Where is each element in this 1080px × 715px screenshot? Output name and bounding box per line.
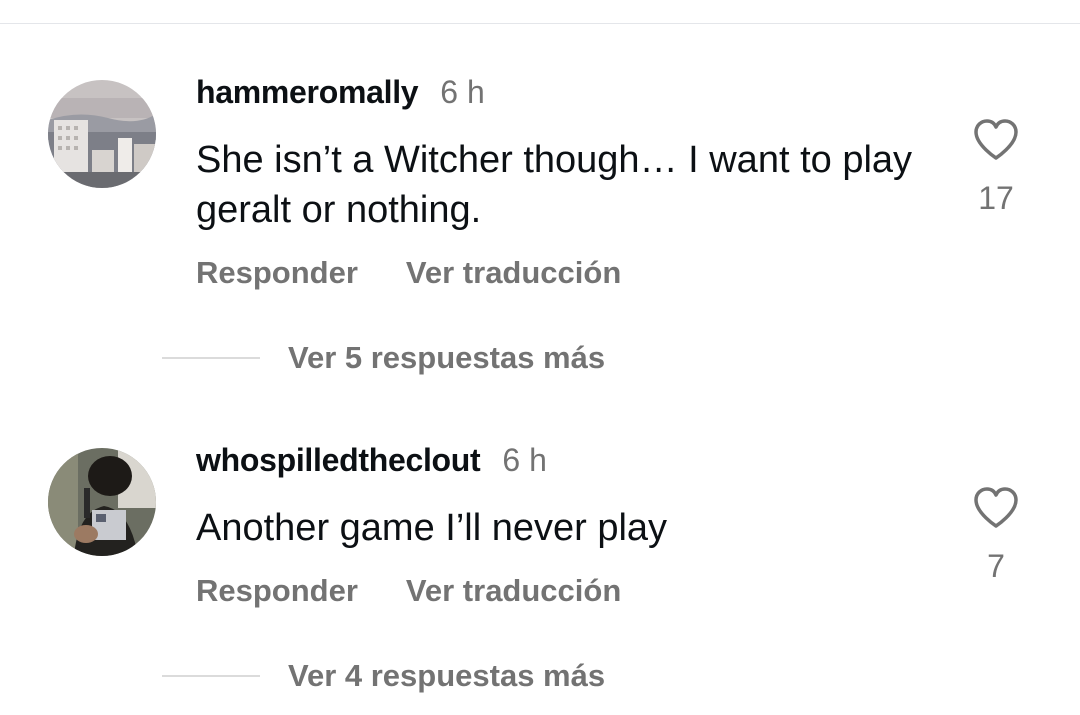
reply-button[interactable]: Responder bbox=[196, 573, 358, 609]
comment-header: hammeromally 6 h bbox=[196, 74, 485, 114]
comment-actions: Responder Ver traducción bbox=[196, 255, 669, 291]
like-column: 17 bbox=[960, 118, 1032, 217]
like-column: 7 bbox=[960, 486, 1032, 585]
comment-text: She isn’t a Witcher though… I want to pl… bbox=[196, 139, 913, 231]
reply-button[interactable]: Responder bbox=[196, 255, 358, 291]
comment-item: hammeromally 6 h She isn’t a Witcher tho… bbox=[0, 0, 1080, 375]
username[interactable]: hammeromally bbox=[196, 74, 419, 111]
heart-icon[interactable] bbox=[972, 486, 1020, 530]
timestamp: 6 h bbox=[440, 74, 485, 110]
like-count: 7 bbox=[987, 548, 1005, 584]
heart-icon[interactable] bbox=[972, 118, 1020, 162]
person-photo-avatar-icon bbox=[48, 448, 156, 556]
replies-divider bbox=[162, 675, 260, 677]
avatar[interactable] bbox=[48, 80, 156, 188]
translate-button[interactable]: Ver traducción bbox=[406, 573, 621, 609]
timestamp: 6 h bbox=[502, 442, 547, 478]
like-count: 17 bbox=[978, 180, 1014, 216]
city-skyline-avatar-icon bbox=[48, 80, 156, 188]
view-replies-label: Ver 4 respuestas más bbox=[288, 658, 606, 693]
comment-item: whospilledtheclout 6 h Another game I’ll… bbox=[0, 368, 1080, 693]
comment-actions: Responder Ver traducción bbox=[196, 573, 669, 609]
comment-header: whospilledtheclout 6 h bbox=[196, 442, 547, 482]
comment-text: Another game I’ll never play bbox=[196, 507, 668, 549]
avatar[interactable] bbox=[48, 448, 156, 556]
replies-divider bbox=[162, 357, 260, 359]
view-replies-button[interactable]: Ver 4 respuestas más bbox=[162, 658, 605, 694]
username[interactable]: whospilledtheclout bbox=[196, 442, 481, 479]
translate-button[interactable]: Ver traducción bbox=[406, 255, 621, 291]
